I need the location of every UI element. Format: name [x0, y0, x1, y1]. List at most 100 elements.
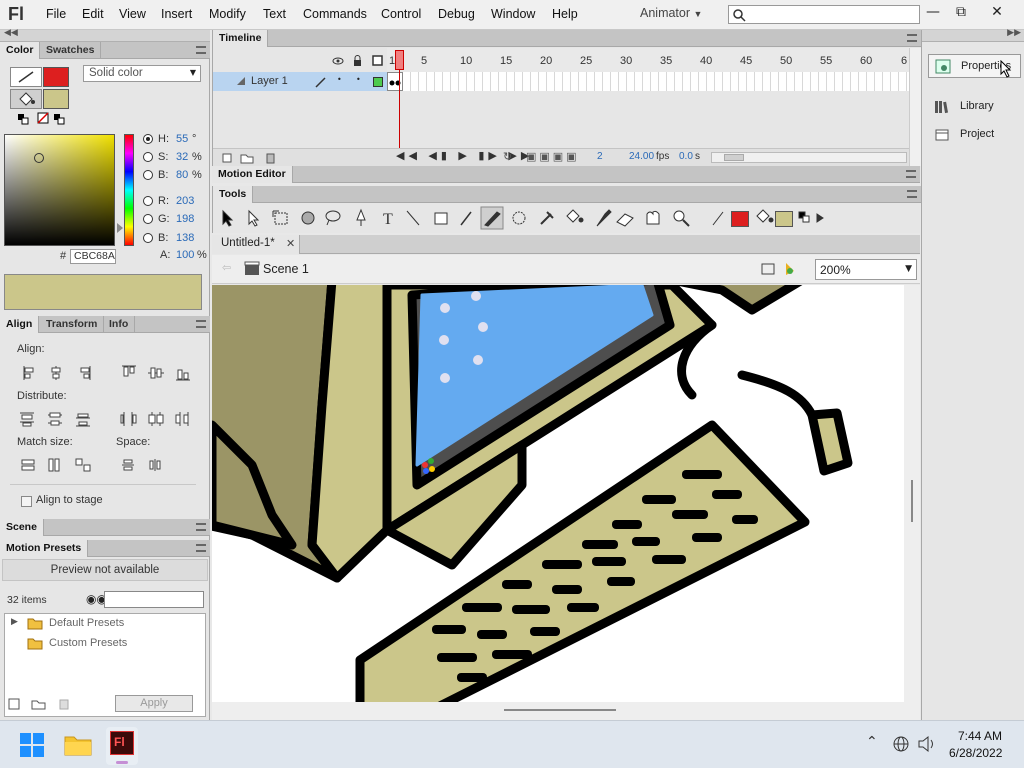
hue-slider-handle[interactable] — [117, 223, 123, 233]
g-value[interactable]: 198 — [176, 213, 194, 225]
menu-modify[interactable]: Modify — [209, 7, 246, 21]
tab-motion-presets[interactable]: Motion Presets — [0, 540, 89, 557]
stage-h-scrollbar[interactable] — [212, 702, 904, 720]
menu-window[interactable]: Window — [491, 7, 535, 21]
tab-align[interactable]: Align — [0, 316, 40, 333]
start-icon[interactable] — [20, 733, 44, 757]
globe-icon[interactable] — [892, 735, 910, 753]
tab-transform[interactable]: Transform — [40, 316, 105, 333]
r-radio[interactable] — [143, 196, 153, 206]
g-radio[interactable] — [143, 214, 153, 224]
scrollbar-thumb[interactable] — [911, 480, 913, 522]
tools-stroke-swatch[interactable] — [731, 211, 749, 227]
expand-dock-icon[interactable]: ▶▶ — [1007, 28, 1021, 38]
menu-edit[interactable]: Edit — [82, 7, 104, 21]
stroke-color-swatch[interactable] — [43, 67, 69, 87]
list-item[interactable]: Custom Presets — [5, 634, 205, 654]
apply-button[interactable]: Apply — [115, 695, 193, 712]
tab-info[interactable]: Info — [103, 316, 136, 333]
chevron-up-icon[interactable]: ⌃ — [866, 734, 878, 750]
menu-text[interactable]: Text — [263, 7, 286, 21]
file-explorer-icon[interactable] — [64, 733, 92, 757]
scrollbar-thumb[interactable] — [504, 709, 616, 711]
animate-taskbar-button[interactable]: Fl — [106, 727, 138, 765]
menu-insert[interactable]: Insert — [161, 7, 192, 21]
minimize-button[interactable]: — — [918, 2, 948, 24]
close-tab-icon[interactable]: ✕ — [286, 237, 295, 250]
panel-menu-icon[interactable] — [196, 523, 206, 531]
panel-menu-icon[interactable] — [196, 320, 206, 328]
tools-fill-swatch[interactable] — [775, 211, 793, 227]
panel-menu-icon[interactable] — [907, 190, 917, 198]
menu-debug[interactable]: Debug — [438, 7, 475, 21]
stage-canvas[interactable] — [212, 285, 904, 720]
outline-color-box[interactable] — [373, 77, 383, 87]
tab-tools[interactable]: Tools — [213, 186, 254, 203]
current-frame[interactable]: 2 — [597, 151, 603, 162]
fps-value[interactable]: 24.00 — [629, 151, 654, 162]
speaker-icon[interactable] — [917, 735, 937, 753]
playhead[interactable] — [395, 50, 404, 70]
tool-icons[interactable]: T — [213, 206, 853, 231]
fill-type-dropdown[interactable]: Solid color ▼ — [83, 65, 201, 82]
expand-icon[interactable]: ▶ — [11, 617, 18, 627]
help-search-input[interactable] — [728, 5, 920, 24]
visibility-dot[interactable]: • — [337, 75, 342, 84]
stroke-color-tool[interactable] — [10, 67, 42, 87]
tab-motion-editor[interactable]: Motion Editor — [212, 166, 293, 183]
onion-skin-icons[interactable]: ▣▣▣▣ — [526, 150, 580, 163]
fill-color-tool[interactable] — [10, 89, 42, 109]
restore-button[interactable]: ⧉ — [946, 2, 976, 24]
stage-area[interactable] — [212, 285, 920, 720]
library-button[interactable]: Library — [928, 95, 1021, 117]
blue-value[interactable]: 138 — [176, 232, 194, 244]
keyframe[interactable] — [387, 72, 403, 91]
scrollbar-thumb[interactable] — [724, 154, 744, 161]
menu-commands[interactable]: Commands — [303, 7, 367, 21]
menu-view[interactable]: View — [119, 7, 146, 21]
layer-buttons[interactable] — [221, 152, 279, 164]
panel-menu-icon[interactable] — [196, 544, 206, 552]
r-value[interactable]: 203 — [176, 195, 194, 207]
document-tab[interactable]: Untitled-1* ✕ — [212, 235, 300, 254]
panel-menu-icon[interactable] — [906, 170, 916, 178]
timeline-v-scrollbar[interactable] — [909, 48, 921, 166]
fill-color-swatch[interactable] — [43, 89, 69, 109]
close-button[interactable]: ✕ — [982, 2, 1012, 24]
panel-menu-icon[interactable] — [196, 46, 206, 54]
back-icon[interactable]: ⇦ — [222, 261, 231, 274]
preset-search-input[interactable] — [104, 591, 204, 608]
list-item[interactable]: ▶ Default Presets — [5, 614, 205, 634]
alpha-value[interactable]: 100 — [176, 249, 194, 261]
frame-cells[interactable] — [387, 72, 909, 91]
tab-color[interactable]: Color — [0, 42, 41, 59]
timeline-h-scrollbar[interactable] — [711, 152, 907, 163]
workspace-switcher[interactable]: Animator ▼ — [640, 6, 702, 20]
playback-controls[interactable]: ◀◀ ◀▮ ▶ ▮▶ ▶▶ — [396, 149, 533, 162]
stage-v-scrollbar[interactable] — [904, 285, 920, 720]
tab-scene[interactable]: Scene — [0, 519, 44, 536]
lock-dot[interactable]: • — [356, 75, 361, 84]
s-value[interactable]: 32 — [176, 151, 188, 163]
project-button[interactable]: Project — [928, 123, 1021, 145]
loop-icon[interactable]: ↻ — [503, 150, 512, 163]
hex-input[interactable]: CBC68A — [70, 249, 116, 264]
menu-help[interactable]: Help — [552, 7, 578, 21]
menu-control[interactable]: Control — [381, 7, 421, 21]
s-radio[interactable] — [143, 152, 153, 162]
hue-slider[interactable] — [124, 134, 134, 246]
zoom-dropdown[interactable]: 200% ▼ — [815, 259, 917, 280]
align-to-stage-checkbox[interactable] — [21, 496, 32, 507]
b-radio[interactable] — [143, 170, 153, 180]
collapse-icon[interactable]: ◀◀ — [4, 28, 18, 38]
blue-radio[interactable] — [143, 233, 153, 243]
menu-file[interactable]: File — [46, 7, 66, 21]
tab-timeline[interactable]: Timeline — [213, 30, 269, 47]
h-radio[interactable] — [143, 134, 153, 144]
computer-illustration[interactable] — [212, 285, 904, 720]
tab-swatches[interactable]: Swatches — [40, 42, 102, 59]
panel-menu-icon[interactable] — [907, 34, 917, 42]
layer-row[interactable]: Layer 1 • • — [213, 72, 387, 91]
edit-symbol-icons[interactable] — [760, 261, 800, 279]
time-value[interactable]: 0.0 — [679, 151, 693, 162]
